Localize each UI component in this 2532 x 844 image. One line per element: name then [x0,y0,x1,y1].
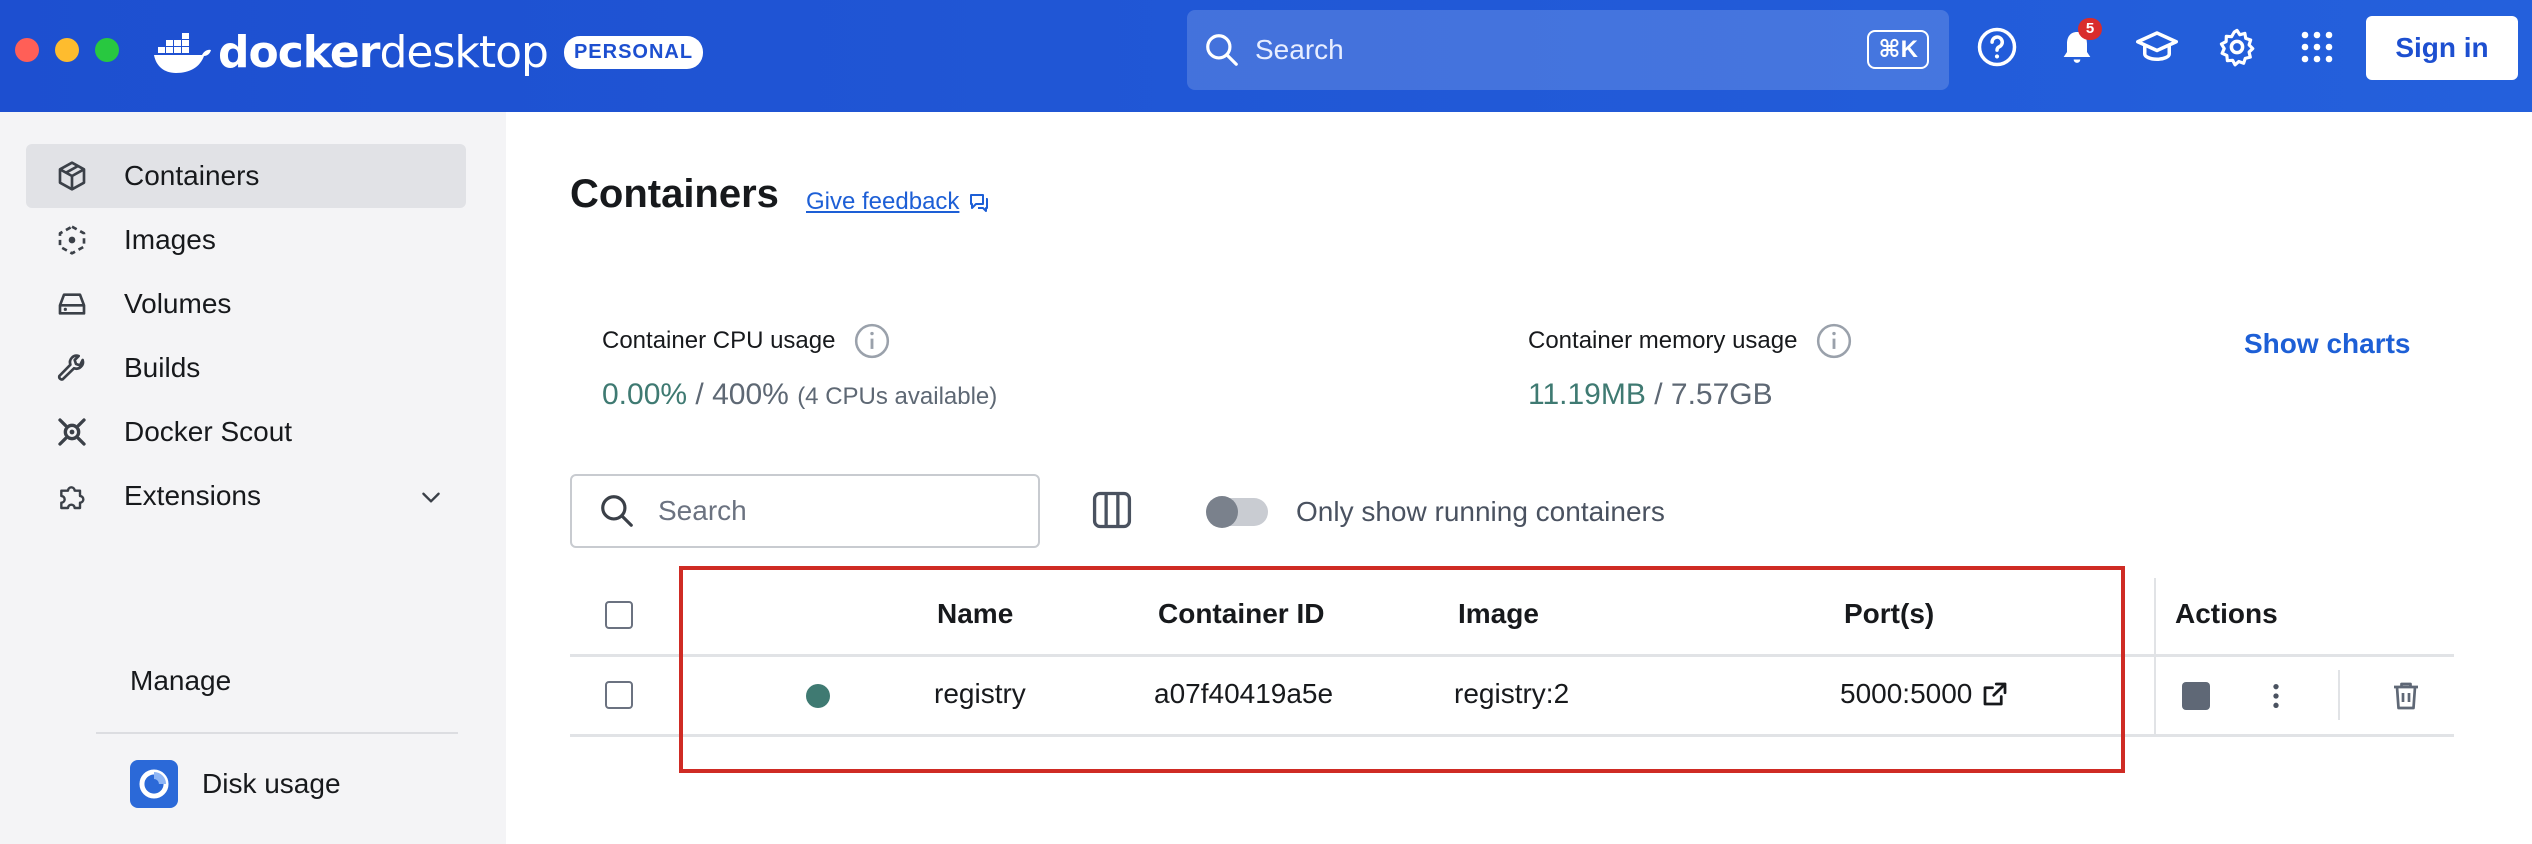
notification-count-badge: 5 [2078,18,2102,40]
column-selector-icon[interactable] [1090,488,1134,532]
running-only-toggle[interactable] [1206,496,1268,528]
notifications-bell-icon[interactable]: 5 [2052,18,2102,72]
container-search-placeholder: Search [658,495,747,526]
help-icon[interactable] [1972,22,2022,72]
volume-icon [52,284,92,324]
actions-separator [2338,670,2340,720]
delete-trash-icon[interactable] [2388,678,2424,714]
more-options-icon[interactable] [2260,680,2292,712]
feedback-chat-icon [970,194,989,212]
toggle-knob [1206,496,1238,528]
container-search-input[interactable]: Search [570,474,1040,548]
sidebar-item-volumes[interactable]: Volumes [26,272,466,336]
memory-usage-label: Container memory usage [1528,322,1853,360]
docker-whale-icon [154,33,211,73]
logo-wordmark: dockerdesktop [218,26,549,78]
global-search-input[interactable]: Search ⌘K [1187,10,1949,90]
info-icon[interactable] [1815,322,1853,360]
show-charts-button[interactable]: Show charts [2244,328,2410,360]
sidebar-item-manage[interactable]: Manage [130,665,231,697]
sidebar-item-containers[interactable]: Containers [26,144,466,208]
wrench-icon [52,348,92,388]
info-icon[interactable] [853,322,891,360]
row-checkbox[interactable] [605,681,633,709]
highlight-annotation-box [679,566,2125,773]
sidebar-item-builds[interactable]: Builds [26,336,466,400]
docker-desktop-logo: dockerdesktop PERSONAL [152,20,704,84]
window-zoom-button[interactable] [95,38,119,62]
running-only-label: Only show running containers [1296,496,1665,527]
give-feedback-link[interactable]: Give feedback [806,188,991,216]
sidebar: Containers Images Volumes Builds Docker … [0,112,506,844]
search-shortcut-hint: ⌘K [1867,30,1929,69]
apps-grid-icon[interactable] [2292,22,2342,72]
container-icon [52,156,92,196]
image-icon [52,220,92,260]
global-search-placeholder: Search [1255,34,1344,65]
window-minimize-button[interactable] [55,38,79,62]
sign-in-button[interactable]: Sign in [2366,16,2518,80]
puzzle-icon [52,476,92,516]
sidebar-item-docker-scout[interactable]: Docker Scout [26,400,466,464]
select-all-checkbox[interactable] [605,601,633,629]
learning-center-icon[interactable] [2132,22,2182,72]
cpu-usage-label: Container CPU usage [602,322,891,360]
disk-usage-extension[interactable]: Disk usage [130,760,341,808]
plan-badge: PERSONAL [563,35,704,69]
column-header-actions: Actions [2175,598,2278,629]
sidebar-item-extensions[interactable]: Extensions [26,464,466,528]
window-close-button[interactable] [15,38,39,62]
memory-usage-value: 11.19MB / 7.57GB [1528,378,1773,411]
top-bar: dockerdesktop PERSONAL Search ⌘K 5 Sign … [0,0,2532,112]
search-icon [601,495,633,527]
scout-icon [52,412,92,452]
disk-usage-label: Disk usage [202,768,341,799]
stop-container-button[interactable] [2182,682,2210,710]
chevron-down-icon[interactable] [418,484,444,510]
settings-gear-icon[interactable] [2212,22,2262,72]
cpu-usage-value: 0.00% / 400% (4 CPUs available) [602,378,998,411]
search-icon [1206,34,1238,66]
sidebar-divider [96,732,458,734]
sidebar-item-images[interactable]: Images [26,208,466,272]
disk-usage-icon [130,760,178,808]
page-title: Containers [570,172,779,216]
actions-column-divider [2154,578,2156,736]
